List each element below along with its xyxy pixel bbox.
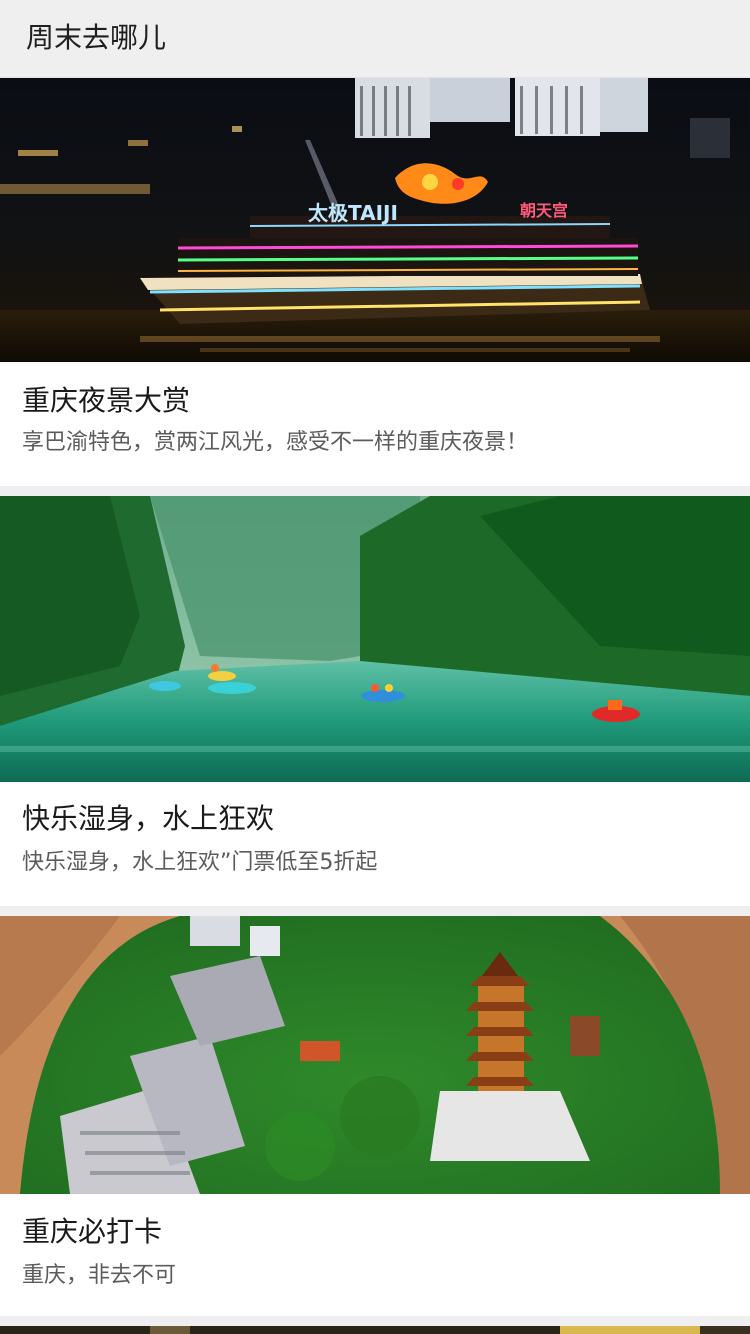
destination-card-night-view[interactable]: 太极TAIJI 朝天宫 重庆夜景大赏 享巴渝特色，赏两江风光，感受不一样的重庆夜… [0, 78, 750, 486]
boat-sign-text: 太极TAIJI [308, 201, 398, 225]
destination-card-must-visit[interactable]: 重庆必打卡 重庆，非去不可 [0, 916, 750, 1316]
card-title: 重庆必打卡 [22, 1215, 163, 1248]
next-card-image-peek [0, 1326, 750, 1334]
destination-card-water-park[interactable]: 快乐湿身，水上狂欢 快乐湿身，水上狂欢”门票低至5折起 [0, 496, 750, 906]
green-river-rafting-photo [0, 496, 750, 782]
boat-sign-text-2: 朝天宫 [520, 201, 568, 220]
card-title: 重庆夜景大赏 [22, 384, 191, 417]
card-description: 快乐湿身，水上狂欢”门票低至5折起 [22, 850, 378, 875]
card-title: 快乐湿身，水上狂欢 [22, 802, 275, 835]
night-river-cruise-photo: 太极TAIJI 朝天宫 [0, 78, 750, 362]
card-description: 享巴渝特色，赏两江风光，感受不一样的重庆夜景！ [22, 430, 529, 455]
aerial-city-pagoda-photo [0, 916, 750, 1194]
page-title: 周末去哪儿 [26, 21, 167, 54]
top-bar: 周末去哪儿 [0, 0, 750, 78]
card-description: 重庆，非去不可 [22, 1263, 177, 1288]
